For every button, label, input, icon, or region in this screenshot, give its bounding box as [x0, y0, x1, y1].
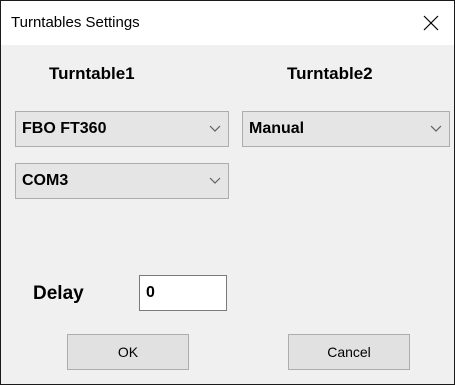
turntable2-label: Turntable2 — [287, 64, 373, 83]
delay-input[interactable] — [139, 275, 227, 311]
turntable1-port-value: COM3 — [22, 172, 69, 189]
close-icon — [423, 15, 439, 31]
window-title: Turntables Settings — [11, 14, 140, 31]
turntable1-label: Turntable1 — [49, 64, 135, 83]
turntable2-model-value: Manual — [249, 120, 305, 137]
turntable1-model-select[interactable]: FBO FT360 — [15, 111, 229, 147]
chevron-down-icon — [202, 164, 228, 198]
turntable1-model-value: FBO FT360 — [22, 120, 107, 137]
title-bar: Turntables Settings — [1, 1, 454, 45]
ok-button[interactable]: OK — [67, 334, 189, 370]
close-button[interactable] — [408, 1, 454, 45]
chevron-down-icon — [202, 112, 228, 146]
turntable2-model-select[interactable]: Manual — [242, 111, 450, 147]
chevron-down-icon — [423, 112, 449, 146]
delay-label: Delay — [33, 283, 84, 304]
turntables-settings-dialog: Turntables Settings Turntable1 Turntable… — [0, 0, 455, 385]
turntable1-port-select[interactable]: COM3 — [15, 163, 229, 199]
cancel-button[interactable]: Cancel — [288, 334, 410, 370]
